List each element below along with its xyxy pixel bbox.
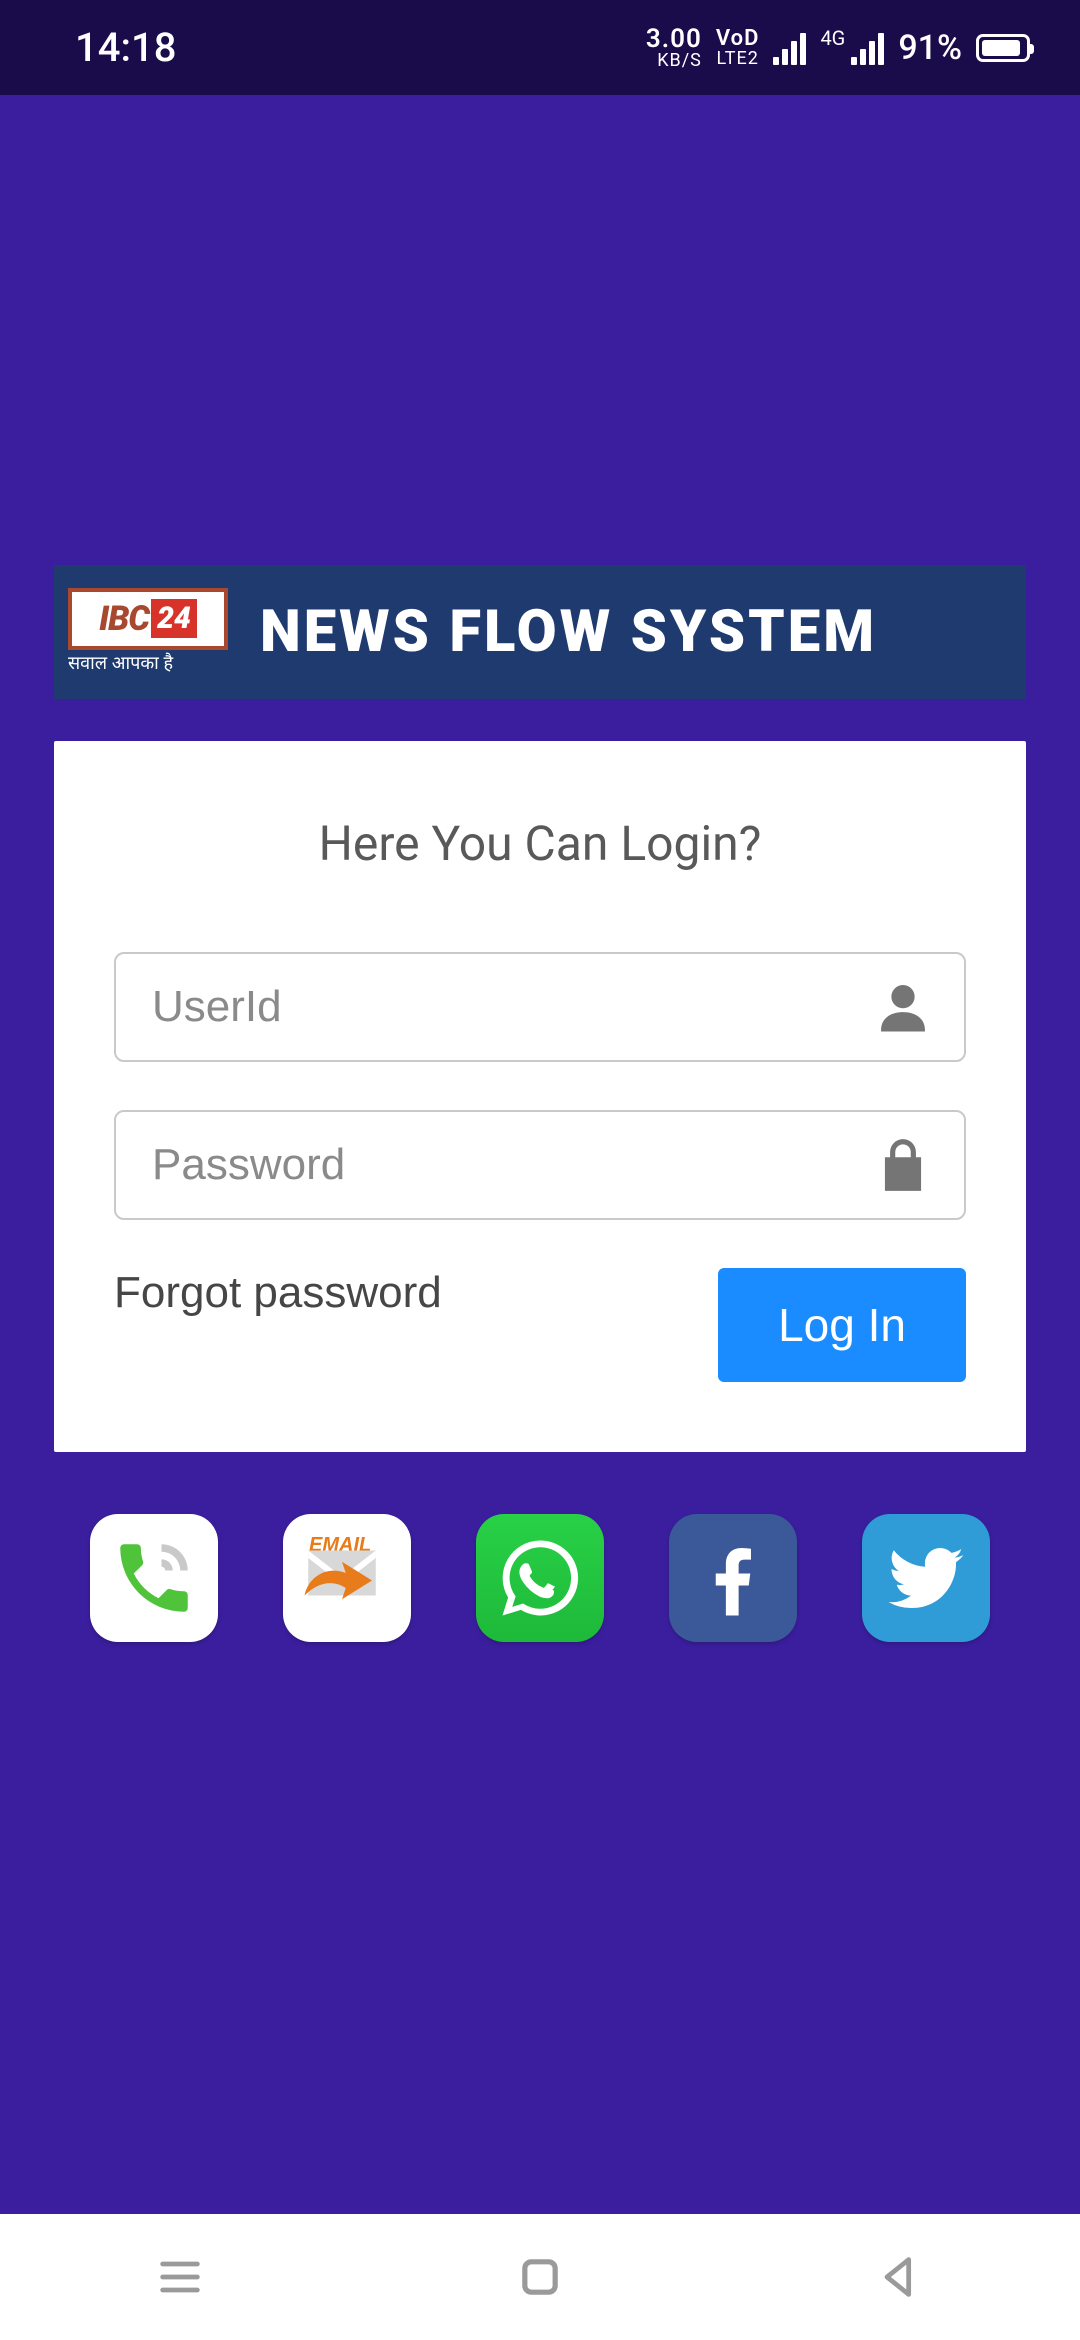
password-field-wrap — [114, 1110, 966, 1220]
battery-icon — [976, 34, 1030, 62]
whatsapp-icon — [495, 1533, 585, 1623]
signal-icon — [773, 31, 806, 65]
userid-field-wrap — [114, 952, 966, 1062]
call-icon — [109, 1533, 199, 1623]
logo-text-24: 24 — [151, 599, 197, 638]
network-tag: 4G — [820, 26, 845, 50]
login-card: Here You Can Login? Forgot password Log … — [54, 741, 1026, 1452]
forgot-password-link[interactable]: Forgot password — [114, 1268, 442, 1318]
call-button[interactable] — [90, 1514, 218, 1642]
banner-title: NEWS FLOW SYSTEM — [260, 598, 877, 666]
facebook-icon — [688, 1533, 778, 1623]
android-nav-bar — [0, 2214, 1080, 2340]
password-input[interactable] — [114, 1110, 966, 1220]
app-banner: IBC 24 सवाल आपका है NEWS FLOW SYSTEM — [54, 565, 1026, 699]
network-label: VoD LTE2 — [716, 28, 760, 68]
hamburger-icon — [154, 2251, 206, 2303]
user-icon — [872, 976, 934, 1038]
logo-tagline: सवाल आपका है — [68, 654, 228, 677]
email-icon: EMAIL — [297, 1528, 397, 1628]
twitter-icon — [881, 1533, 971, 1623]
network-speed: 3.00 KB/S — [646, 26, 702, 70]
status-right-group: 3.00 KB/S VoD LTE2 4G 91% — [646, 26, 1030, 70]
back-triangle-icon — [874, 2251, 926, 2303]
status-time: 14:18 — [75, 24, 176, 71]
status-bar: 14:18 3.00 KB/S VoD LTE2 4G 91% — [0, 0, 1080, 95]
logo-box: IBC 24 सवाल आपका है — [68, 585, 228, 680]
logo-text-ibc: IBC — [99, 599, 149, 639]
square-icon — [514, 2251, 566, 2303]
email-button[interactable]: EMAIL — [283, 1514, 411, 1642]
lock-icon — [872, 1134, 934, 1196]
nav-recent-button[interactable] — [150, 2247, 210, 2307]
login-button[interactable]: Log In — [718, 1268, 966, 1382]
battery-percent: 91% — [898, 28, 962, 68]
nav-back-button[interactable] — [870, 2247, 930, 2307]
userid-input[interactable] — [114, 952, 966, 1062]
whatsapp-button[interactable] — [476, 1514, 604, 1642]
signal-icon-2 — [851, 31, 884, 65]
social-row: EMAIL — [54, 1514, 1026, 1642]
twitter-button[interactable] — [862, 1514, 990, 1642]
login-heading: Here You Can Login? — [114, 815, 966, 872]
nav-home-button[interactable] — [510, 2247, 570, 2307]
facebook-button[interactable] — [669, 1514, 797, 1642]
